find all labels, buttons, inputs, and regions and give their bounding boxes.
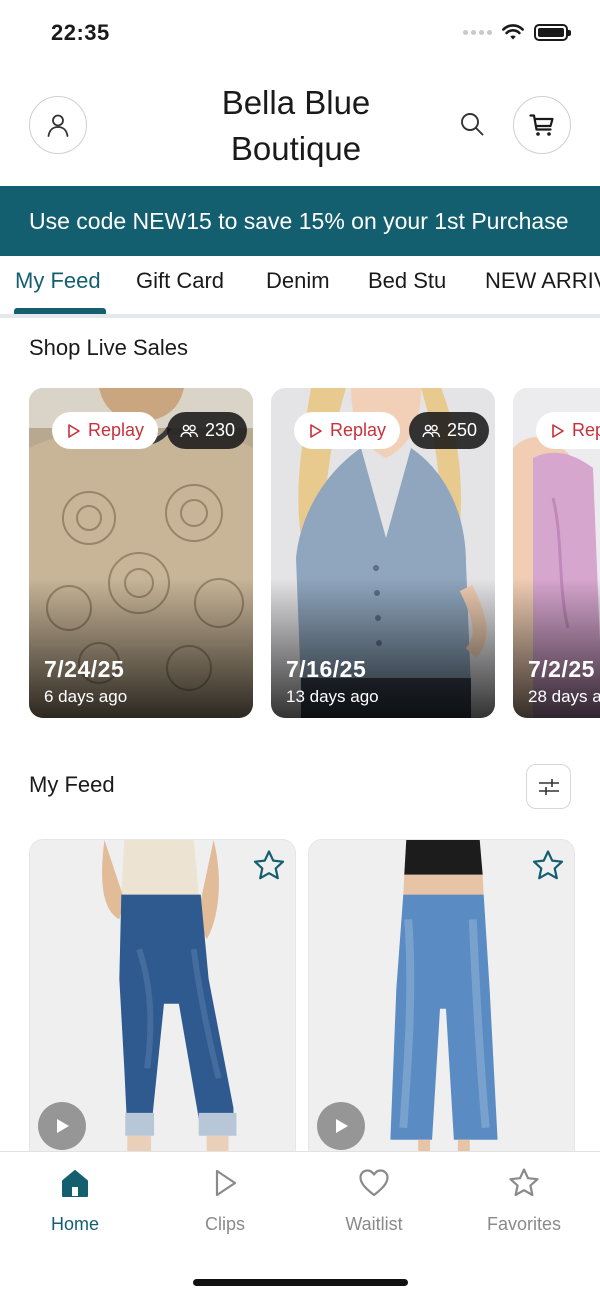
nav-favorites-label: Favorites xyxy=(486,1214,562,1234)
active-tab-indicator xyxy=(14,308,106,314)
cart-button[interactable] xyxy=(513,96,571,154)
tab-new-arrivals[interactable]: NEW ARRIVALS xyxy=(485,268,600,294)
product-card[interactable] xyxy=(29,839,296,1169)
viewers-icon xyxy=(422,424,441,437)
tab-denim[interactable]: Denim xyxy=(266,268,330,294)
live-sale-date: 7/16/25 xyxy=(286,656,367,682)
viewers-count: 230 xyxy=(205,420,236,440)
replay-badge[interactable]: Replay xyxy=(294,412,401,449)
replay-label: Replay xyxy=(88,420,145,440)
nav-waitlist[interactable]: Waitlist xyxy=(314,1166,434,1235)
product-card[interactable] xyxy=(308,839,575,1169)
filter-button[interactable] xyxy=(526,764,571,809)
brand-title: Bella Blue Boutique xyxy=(221,84,371,167)
tab-gift-card[interactable]: Gift Card xyxy=(136,268,224,294)
feed-title: My Feed xyxy=(29,772,115,797)
battery-icon xyxy=(534,24,571,41)
replay-badge[interactable]: Replay xyxy=(536,412,600,449)
live-sales-title: Shop Live Sales xyxy=(29,335,188,360)
search-button[interactable] xyxy=(454,106,490,142)
search-icon xyxy=(461,113,484,136)
nav-clips[interactable]: Clips xyxy=(165,1166,285,1235)
play-video-button[interactable] xyxy=(317,1102,365,1150)
play-icon xyxy=(57,1119,69,1133)
live-sale-date: 7/24/25 xyxy=(44,656,125,682)
profile-button[interactable] xyxy=(29,96,87,154)
replay-label: Replay xyxy=(330,420,387,440)
play-icon xyxy=(336,1119,348,1133)
play-outline-icon xyxy=(310,423,322,438)
home-indicator[interactable] xyxy=(193,1279,408,1286)
viewers-icon xyxy=(180,424,199,437)
viewers-badge: 250 xyxy=(409,412,490,449)
play-icon xyxy=(215,1169,237,1197)
replay-label: Replay xyxy=(572,420,600,440)
favorite-star-icon[interactable] xyxy=(251,848,287,884)
live-sale-date: 7/2/25 xyxy=(528,656,595,682)
live-sale-ago: 28 days ago xyxy=(528,687,600,706)
live-sale-card[interactable]: Replay 7/2/25 28 days ago xyxy=(513,388,600,718)
tab-bed-stu[interactable]: Bed Stu xyxy=(368,268,446,294)
favorite-star-icon[interactable] xyxy=(530,848,566,884)
viewers-badge: 230 xyxy=(167,412,248,449)
signal-icon xyxy=(463,30,492,35)
nav-favorites[interactable]: Favorites xyxy=(464,1166,584,1235)
category-tabs: My Feed Gift Card Denim Bed Stu NEW ARRI… xyxy=(0,256,600,318)
live-sale-ago: 6 days ago xyxy=(44,687,128,706)
cart-icon xyxy=(529,114,554,136)
status-time: 22:35 xyxy=(51,20,110,45)
promo-banner[interactable]: Use code NEW15 to save 15% on your 1st P… xyxy=(0,186,600,256)
tab-my-feed[interactable]: My Feed xyxy=(15,268,101,294)
app-header: Bella Blue Boutique xyxy=(0,66,600,186)
play-outline-icon xyxy=(68,423,80,438)
person-icon xyxy=(47,114,69,137)
play-video-button[interactable] xyxy=(38,1102,86,1150)
replay-badge[interactable]: Replay xyxy=(52,412,159,449)
live-sale-ago: 13 days ago xyxy=(286,687,379,706)
bottom-navigation: Home Clips Waitlist Favorites xyxy=(0,1151,600,1299)
heart-icon xyxy=(359,1169,389,1197)
promo-text: Use code NEW15 to save 15% on your 1st P… xyxy=(29,207,569,234)
nav-home[interactable]: Home xyxy=(15,1166,135,1235)
star-icon xyxy=(509,1168,539,1197)
viewers-count: 250 xyxy=(447,420,478,440)
status-indicators xyxy=(463,24,571,41)
live-sale-card[interactable]: Replay 230 7/24/25 6 days ago xyxy=(29,388,253,718)
live-sale-card[interactable]: Replay 250 7/16/25 13 days ago xyxy=(271,388,495,718)
sliders-icon xyxy=(538,778,559,795)
nav-waitlist-label: Waitlist xyxy=(345,1214,403,1234)
nav-home-label: Home xyxy=(50,1214,99,1234)
home-icon xyxy=(62,1170,88,1197)
status-bar: 22:35 xyxy=(0,0,600,66)
wifi-icon xyxy=(502,24,524,40)
play-outline-icon xyxy=(552,423,564,438)
live-sales-carousel[interactable]: Replay 230 7/24/25 6 days ago Replay 250… xyxy=(29,388,600,718)
nav-clips-label: Clips xyxy=(204,1214,245,1234)
